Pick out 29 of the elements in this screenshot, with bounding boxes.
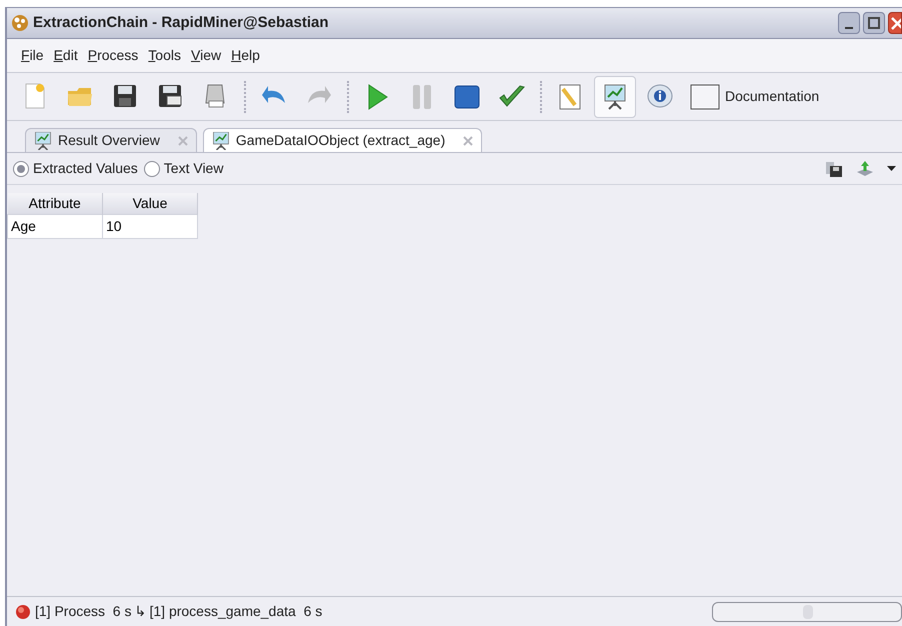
window-title: ExtractionChain - RapidMiner@Sebastian: [33, 12, 329, 33]
minimize-button[interactable]: [838, 12, 860, 34]
export-icon[interactable]: [855, 160, 875, 178]
radio-option[interactable]: Extracted Values: [13, 158, 138, 179]
save-icon[interactable]: [825, 160, 843, 178]
documentation-button[interactable]: Documentation: [684, 76, 824, 118]
menu-item[interactable]: Process: [88, 45, 138, 66]
table-cell: 10: [102, 214, 198, 238]
tab[interactable]: GameDataIOObject (extract_age): [202, 128, 482, 152]
status-light-icon: [15, 604, 31, 620]
menu-item[interactable]: File: [21, 45, 44, 66]
menu-item[interactable]: Edit: [54, 45, 78, 66]
menu-item[interactable]: View: [190, 45, 222, 66]
radio-option[interactable]: Text View: [144, 158, 224, 179]
caret-icon[interactable]: [887, 166, 896, 172]
menu-item[interactable]: Tools: [148, 45, 181, 66]
status-text: ↳: [134, 602, 146, 621]
tab[interactable]: Result Overview: [25, 128, 197, 152]
status-text: [1] Process 6 s: [35, 602, 132, 621]
column-header[interactable]: Attribute: [8, 193, 102, 214]
chart-board-icon: [34, 132, 52, 150]
chart-board-icon: [212, 132, 230, 150]
table-cell: Age: [8, 214, 102, 238]
close-button[interactable]: [888, 12, 902, 34]
maximize-button[interactable]: [863, 12, 885, 34]
column-header[interactable]: Value: [102, 193, 198, 214]
app-logo-icon: [11, 14, 29, 32]
menu-item[interactable]: Help: [231, 45, 260, 66]
status-text: [1] process_game_data 6 s: [149, 602, 322, 621]
